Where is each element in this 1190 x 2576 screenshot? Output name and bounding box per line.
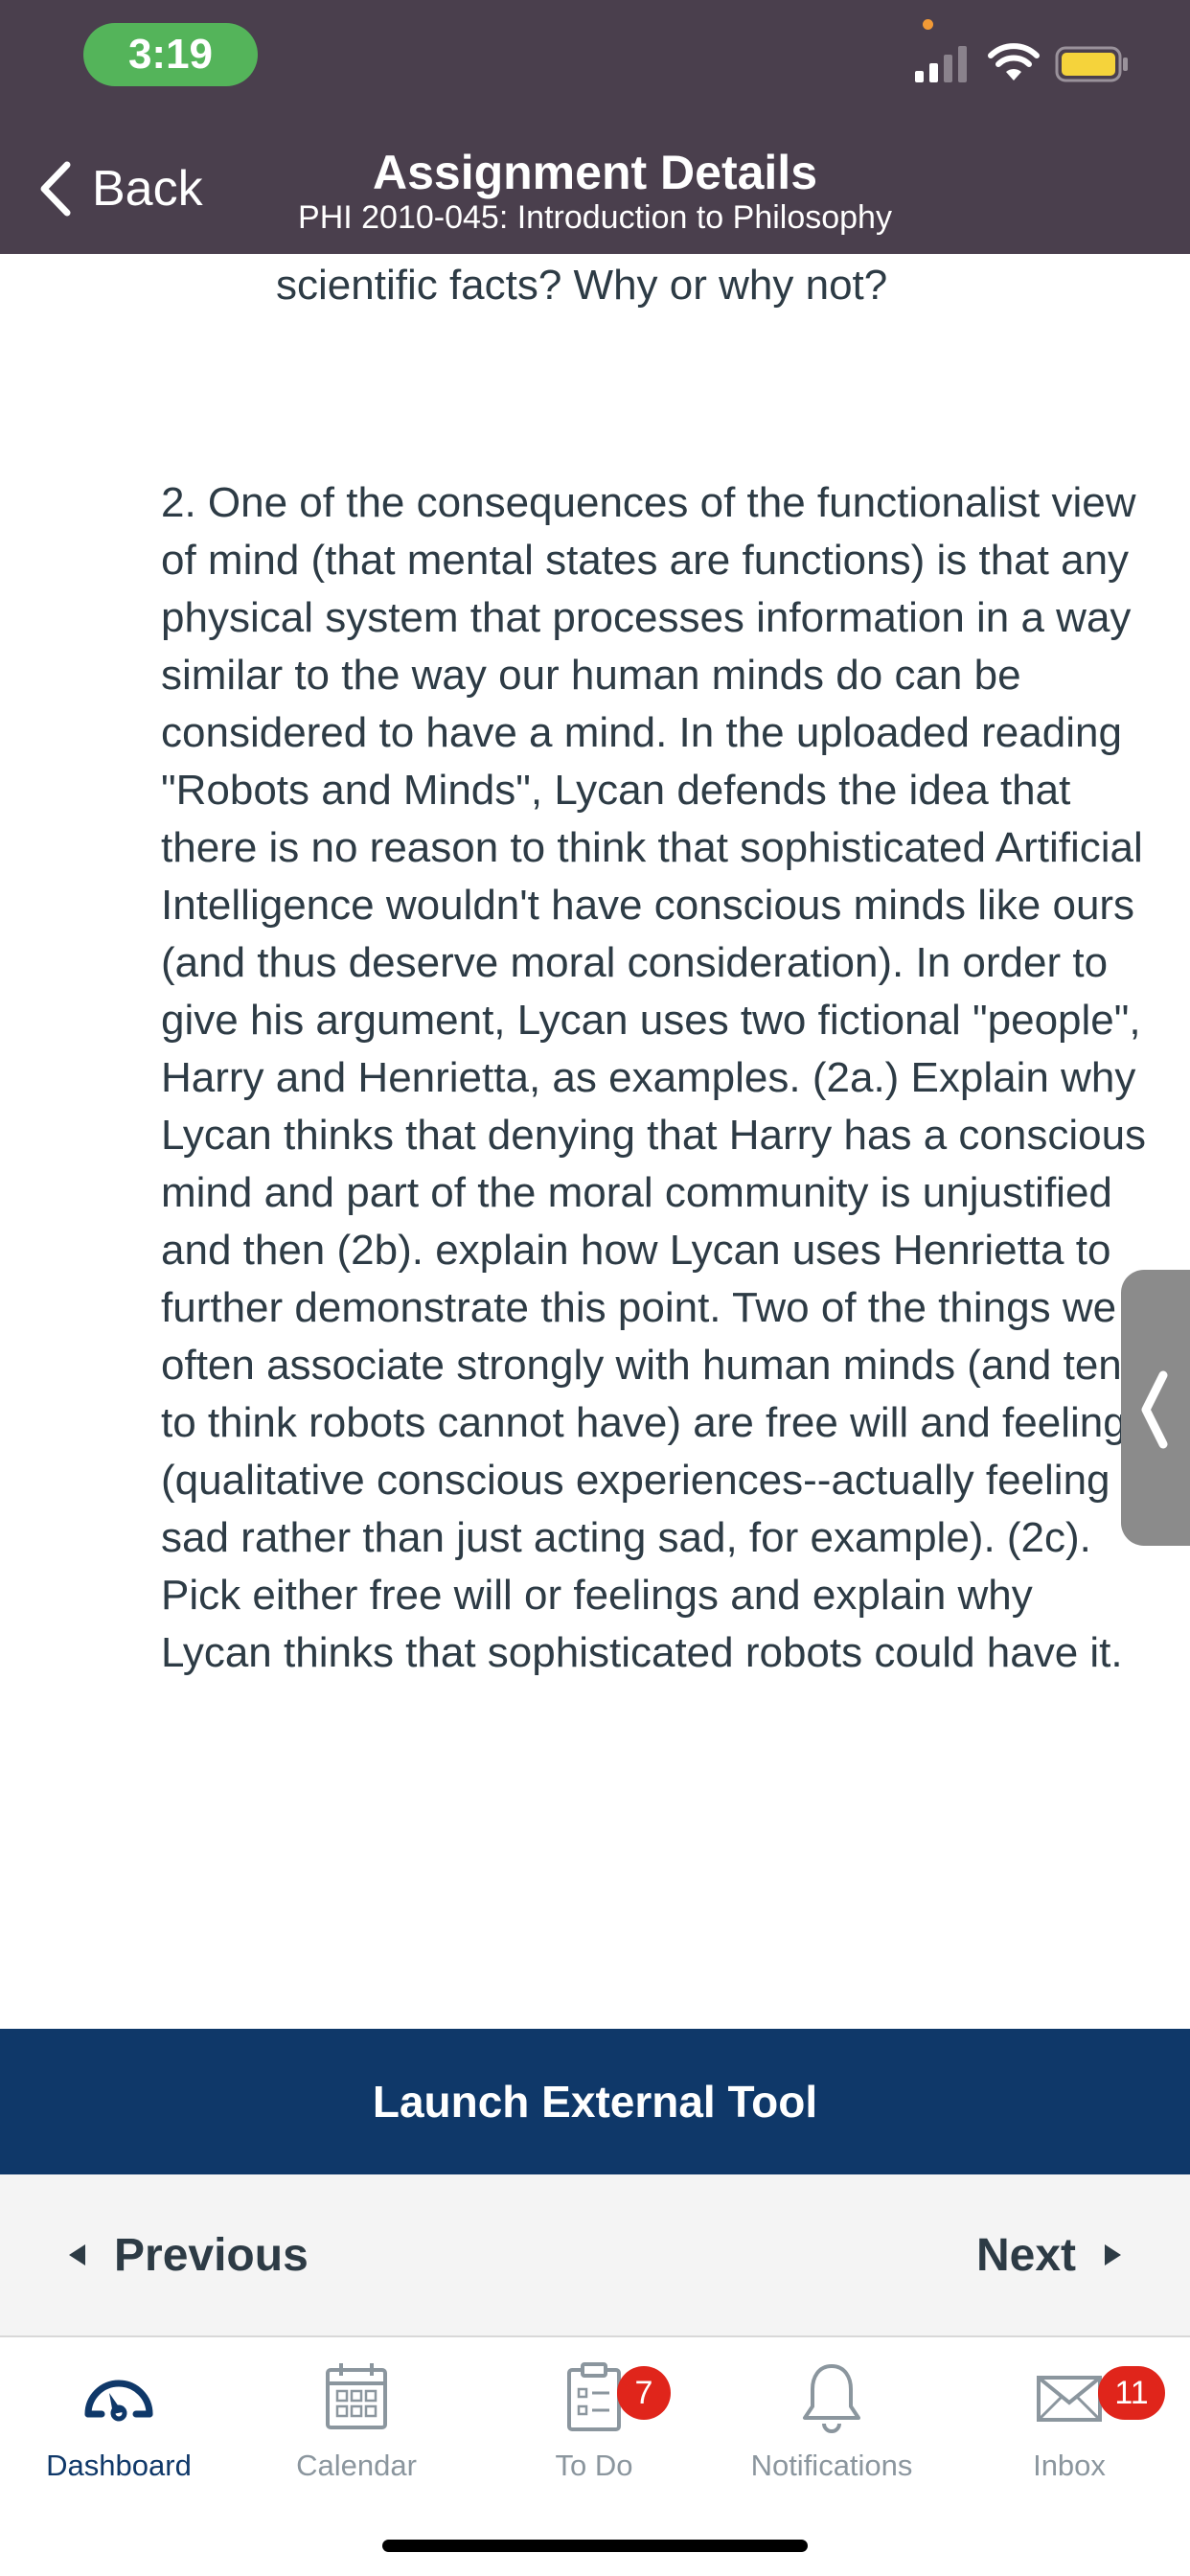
assignment-description[interactable]: and self could be similarly falsified by…	[0, 254, 1190, 2029]
home-indicator	[382, 2540, 808, 2552]
course-subtitle: PHI 2010-045: Introduction to Philosophy	[298, 199, 892, 236]
previous-button[interactable]: Previous	[69, 2174, 309, 2335]
status-time: 3:19	[83, 23, 258, 86]
tab-inbox[interactable]: Inbox 11	[950, 2358, 1188, 2502]
bell-icon	[803, 2364, 860, 2433]
question-2-text: 2. One of the consequences of the functi…	[161, 479, 1148, 1676]
chevron-left-icon	[1141, 1370, 1168, 1449]
next-label: Next	[975, 2229, 1076, 2281]
tab-calendar[interactable]: Calendar	[238, 2358, 475, 2502]
previous-question-text: and self could be similarly falsified by…	[276, 262, 888, 309]
wifi-icon	[988, 43, 1040, 80]
tab-label-dashboard: Dashboard	[46, 2449, 192, 2482]
battery-icon	[1055, 46, 1128, 82]
next-button[interactable]: Next	[976, 2174, 1121, 2335]
tab-notifications[interactable]: Notifications	[713, 2358, 950, 2502]
pager-bar: Previous Next	[0, 2174, 1190, 2337]
triangle-right-icon	[1105, 2244, 1121, 2266]
page-title: Assignment Details	[372, 146, 817, 199]
dashboard-icon	[84, 2380, 153, 2422]
tab-label-calendar: Calendar	[296, 2449, 417, 2482]
previous-label: Previous	[114, 2229, 309, 2281]
launch-external-tool-button[interactable]: Launch External Tool	[0, 2029, 1190, 2174]
cellular-signal-icon	[915, 46, 967, 82]
tab-label-notifications: Notifications	[750, 2449, 913, 2482]
tab-label-inbox: Inbox	[1033, 2449, 1106, 2482]
tab-label-todo: To Do	[555, 2449, 633, 2482]
app-header: 3:19 Back Assignment Details PHI 2010-04…	[0, 0, 1190, 254]
side-drawer-handle[interactable]	[1121, 1270, 1190, 1546]
mail-icon	[1037, 2376, 1102, 2422]
tab-todo[interactable]: To Do 7	[475, 2358, 713, 2502]
inbox-count-badge: 11	[1098, 2366, 1165, 2420]
calendar-icon	[326, 2363, 387, 2429]
triangle-left-icon	[69, 2244, 85, 2266]
privacy-indicator-dot	[923, 19, 933, 30]
tab-dashboard[interactable]: Dashboard	[0, 2358, 238, 2502]
todo-count-badge: 7	[617, 2366, 671, 2420]
